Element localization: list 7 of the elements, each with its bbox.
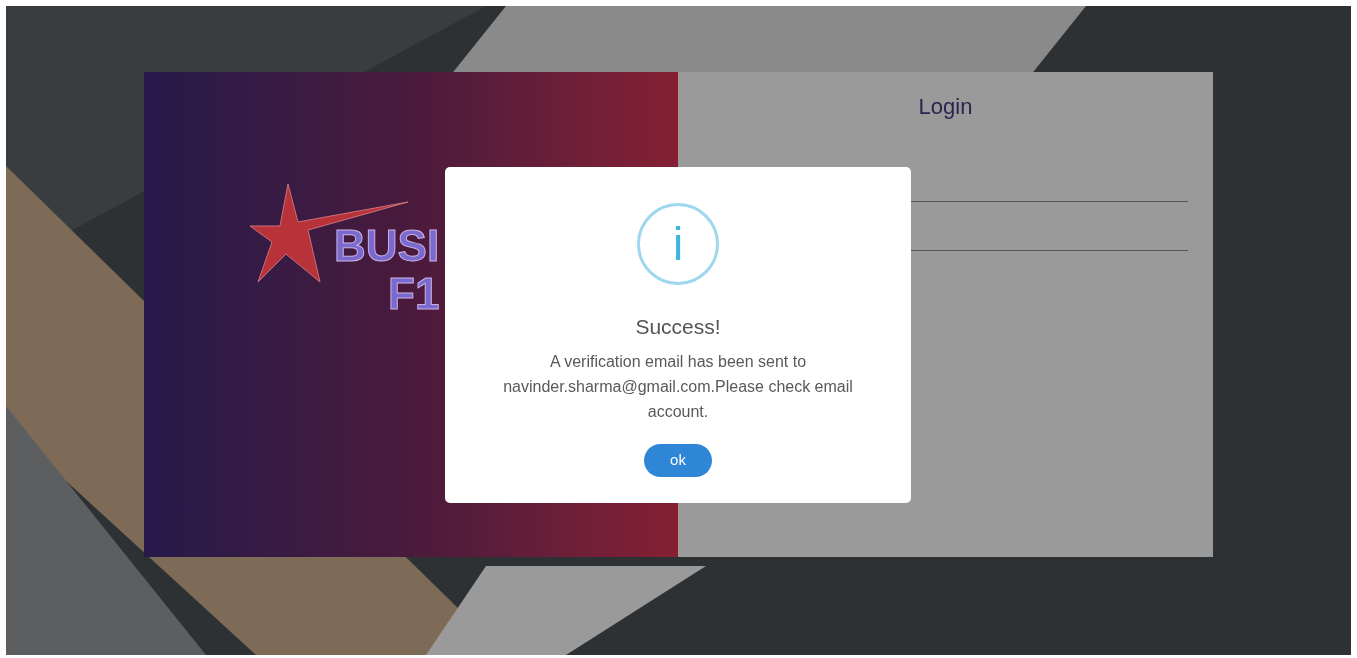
dialog-message: A verification email has been sent to navinder.sharma@gmail.com.Please check email account. (502, 351, 854, 422)
logo-text: BUSI (334, 224, 440, 268)
logo-text: F1 (388, 272, 440, 316)
dialog-title: Success! (635, 314, 721, 340)
ok-button[interactable]: ok (644, 443, 712, 477)
login-title: Login (918, 93, 973, 121)
info-icon: i (637, 203, 719, 285)
